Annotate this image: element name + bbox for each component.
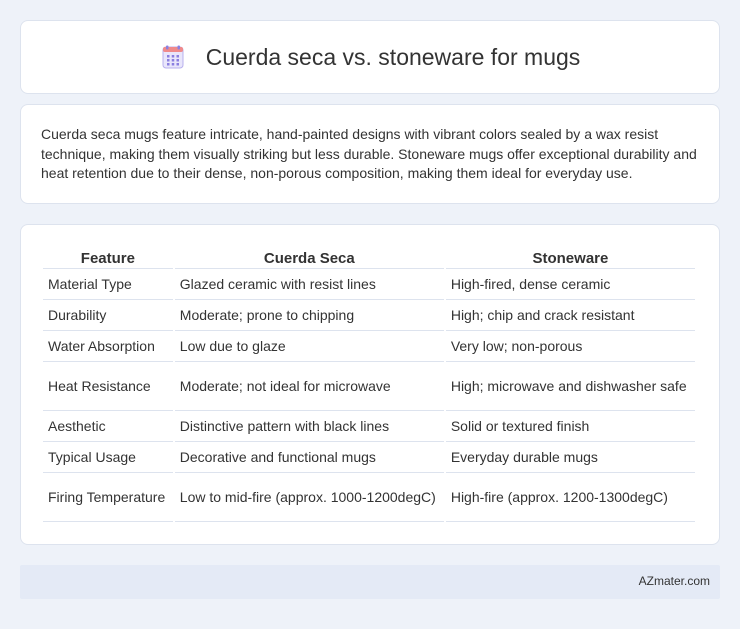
stoneware-cell: High-fired, dense ceramic bbox=[445, 269, 695, 300]
cuerda-seca-cell: Distinctive pattern with black lines bbox=[174, 411, 444, 442]
summary-card: Cuerda seca mugs feature intricate, hand… bbox=[20, 104, 720, 204]
feature-cell: Water Absorption bbox=[43, 331, 173, 362]
stoneware-cell: High-fire (approx. 1200-1300degC) bbox=[445, 473, 695, 522]
footer-bar: AZmater.com bbox=[20, 565, 720, 599]
table-row: Typical Usage Decorative and functional … bbox=[43, 442, 695, 473]
table-row: Water Absorption Low due to glaze Very l… bbox=[43, 331, 695, 362]
stoneware-cell: Very low; non-porous bbox=[445, 331, 695, 362]
table-row: Material Type Glazed ceramic with resist… bbox=[43, 269, 695, 300]
stoneware-cell: Everyday durable mugs bbox=[445, 442, 695, 473]
table-row: Firing Temperature Low to mid-fire (appr… bbox=[43, 473, 695, 522]
table-row: Durability Moderate; prone to chipping H… bbox=[43, 300, 695, 331]
comparison-table: Feature Cuerda Seca Stoneware Material T… bbox=[41, 247, 697, 522]
calendar-grid-icon bbox=[160, 44, 186, 70]
comparison-table-card: Feature Cuerda Seca Stoneware Material T… bbox=[20, 224, 720, 545]
cuerda-seca-cell: Glazed ceramic with resist lines bbox=[174, 269, 444, 300]
cuerda-seca-cell: Low to mid-fire (approx. 1000-1200degC) bbox=[174, 473, 444, 522]
cuerda-seca-cell: Decorative and functional mugs bbox=[174, 442, 444, 473]
feature-cell: Heat Resistance bbox=[43, 362, 173, 411]
title-card: Cuerda seca vs. stoneware for mugs bbox=[20, 20, 720, 94]
feature-cell: Material Type bbox=[43, 269, 173, 300]
feature-cell: Typical Usage bbox=[43, 442, 173, 473]
cuerda-seca-cell: Moderate; not ideal for microwave bbox=[174, 362, 444, 411]
page-title: Cuerda seca vs. stoneware for mugs bbox=[205, 43, 581, 70]
stoneware-cell: High; microwave and dishwasher safe bbox=[445, 362, 695, 411]
cuerda-seca-cell: Moderate; prone to chipping bbox=[174, 300, 444, 331]
header-cuerda-seca: Cuerda Seca bbox=[174, 247, 444, 269]
table-row: Heat Resistance Moderate; not ideal for … bbox=[43, 362, 695, 411]
footer-brand: AZmater.com bbox=[638, 574, 710, 588]
table-header-row: Feature Cuerda Seca Stoneware bbox=[43, 247, 695, 269]
cuerda-seca-cell: Low due to glaze bbox=[174, 331, 444, 362]
stoneware-cell: Solid or textured finish bbox=[445, 411, 695, 442]
feature-cell: Durability bbox=[43, 300, 173, 331]
table-row: Aesthetic Distinctive pattern with black… bbox=[43, 411, 695, 442]
summary-text: Cuerda seca mugs feature intricate, hand… bbox=[41, 126, 697, 181]
header-feature: Feature bbox=[43, 247, 173, 269]
stoneware-cell: High; chip and crack resistant bbox=[445, 300, 695, 331]
feature-cell: Firing Temperature bbox=[43, 473, 173, 522]
header-stoneware: Stoneware bbox=[445, 247, 695, 269]
feature-cell: Aesthetic bbox=[43, 411, 173, 442]
